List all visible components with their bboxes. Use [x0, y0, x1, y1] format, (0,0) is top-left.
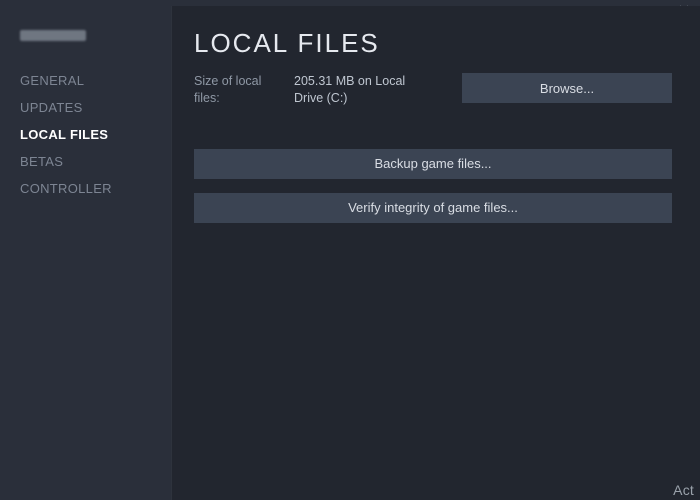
nav-betas[interactable]: BETAS	[20, 148, 171, 175]
page-title: LOCAL FILES	[194, 28, 672, 59]
nav-controller[interactable]: CONTROLLER	[20, 175, 171, 202]
nav-local-files[interactable]: LOCAL FILES	[20, 121, 171, 148]
nav-general[interactable]: GENERAL	[20, 67, 171, 94]
verify-button[interactable]: Verify integrity of game files...	[194, 193, 672, 223]
main-panel: LOCAL FILES Size of local files: 205.31 …	[172, 6, 700, 500]
browse-button[interactable]: Browse...	[462, 73, 672, 103]
size-value: 205.31 MB on Local Drive (C:)	[294, 73, 434, 107]
nav-updates[interactable]: UPDATES	[20, 94, 171, 121]
game-title-placeholder	[20, 30, 86, 41]
watermark-fragment: Act	[673, 482, 694, 498]
size-label: Size of local files:	[194, 73, 266, 107]
sidebar: GENERAL UPDATES LOCAL FILES BETAS CONTRO…	[0, 6, 172, 500]
backup-button[interactable]: Backup game files...	[194, 149, 672, 179]
